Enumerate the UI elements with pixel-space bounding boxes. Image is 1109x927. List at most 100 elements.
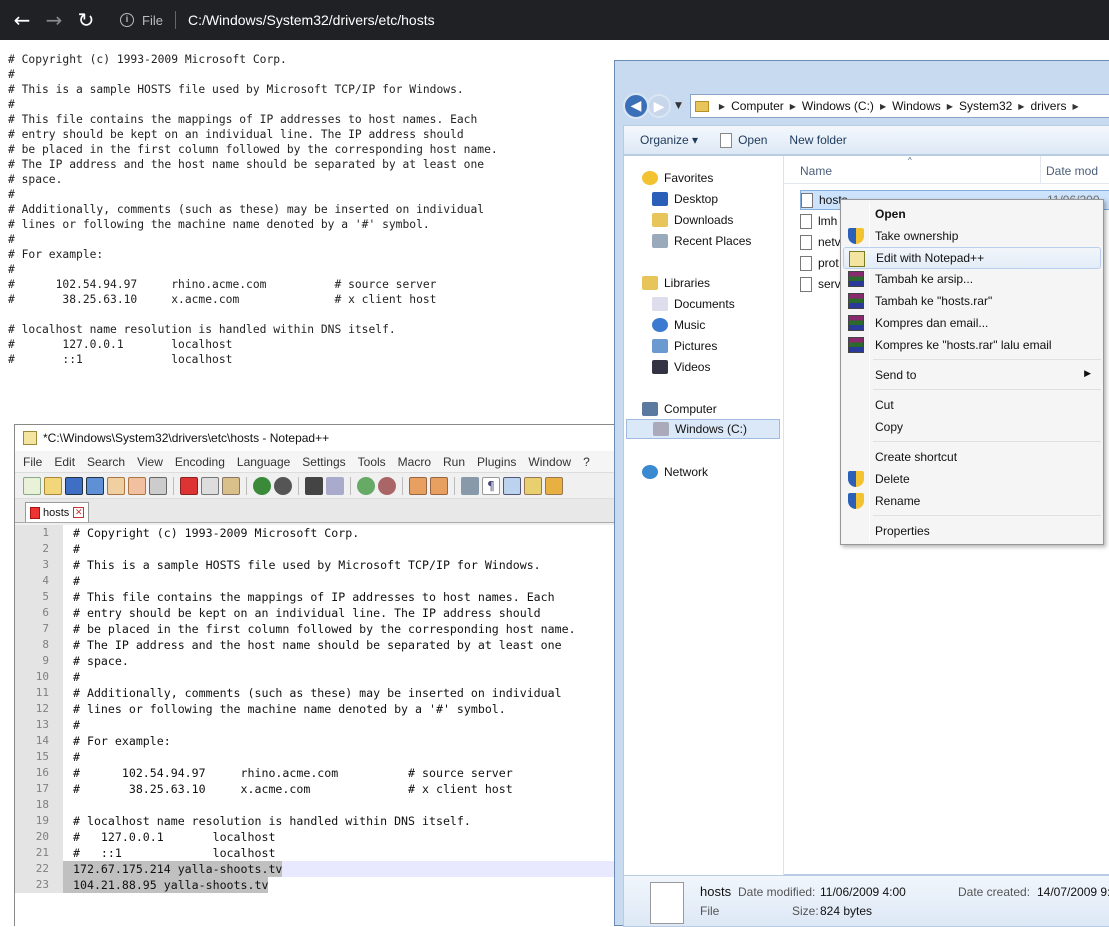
nav-documents[interactable]: Documents	[652, 294, 735, 314]
menu-language[interactable]: Language	[237, 455, 290, 469]
redo-icon[interactable]	[274, 476, 292, 495]
udl-icon[interactable]	[524, 476, 542, 495]
menu-window[interactable]: Window	[528, 455, 571, 469]
menu-add-to-hosts-rar[interactable]: Tambah ke "hosts.rar"	[843, 290, 1101, 312]
menu-search[interactable]: Search	[87, 455, 125, 469]
menu-compress-rar-and-email[interactable]: Kompres ke "hosts.rar" lalu email	[843, 334, 1101, 356]
file-row[interactable]: lmh	[800, 211, 837, 231]
menu-file[interactable]: File	[23, 455, 42, 469]
scheme-label: File	[142, 12, 163, 28]
file-row[interactable]: serv	[800, 274, 841, 294]
nav-recent-places[interactable]: Recent Places	[652, 231, 751, 251]
menu-create-shortcut[interactable]: Create shortcut	[843, 446, 1101, 468]
menu-edit-with-notepadpp[interactable]: Edit with Notepad++	[843, 247, 1101, 269]
chevron-down-icon[interactable]: ▼	[675, 101, 682, 111]
breadcrumb-system32[interactable]: System32	[959, 99, 1012, 113]
info-icon[interactable]: i	[120, 13, 134, 27]
nav-favorites[interactable]: Favorites	[642, 168, 713, 188]
menu-settings[interactable]: Settings	[302, 455, 345, 469]
menu-rename[interactable]: Rename	[843, 490, 1101, 512]
chevron-right-icon[interactable]: ▶	[880, 102, 886, 111]
address-bar[interactable]: i File C:/Windows/System32/drivers/etc/h…	[120, 11, 435, 29]
nav-music[interactable]: Music	[652, 315, 705, 335]
open-file-icon[interactable]	[44, 476, 62, 495]
nav-videos[interactable]: Videos	[652, 357, 710, 377]
close-all-icon[interactable]	[128, 476, 146, 495]
menu-open[interactable]: Open	[843, 203, 1101, 225]
copy-icon[interactable]	[201, 476, 219, 495]
breadcrumb-windows[interactable]: Windows	[892, 99, 941, 113]
breadcrumb-drive[interactable]: Windows (C:)	[802, 99, 874, 113]
nav-windows-drive[interactable]: Windows (C:)	[626, 419, 780, 439]
back-button[interactable]: ←	[6, 8, 38, 32]
menu-tools[interactable]: Tools	[358, 455, 386, 469]
word-wrap-icon[interactable]	[461, 476, 479, 495]
menu-plugins[interactable]: Plugins	[477, 455, 516, 469]
address-divider	[174, 11, 176, 29]
breadcrumb[interactable]: ▶ Computer ▶ Windows (C:) ▶ Windows ▶ Sy…	[689, 94, 1109, 118]
back-arrow-icon[interactable]: ◀	[623, 93, 649, 119]
details-size-label: Size:	[792, 904, 819, 918]
breadcrumb-drivers[interactable]: drivers	[1030, 99, 1066, 113]
close-file-icon[interactable]	[107, 476, 125, 495]
nav-network[interactable]: Network	[642, 462, 708, 482]
sync-horizontal-icon[interactable]	[430, 476, 448, 495]
menu-properties[interactable]: Properties	[843, 520, 1101, 542]
chevron-right-icon[interactable]: ▶	[1072, 102, 1078, 111]
address-url[interactable]: C:/Windows/System32/drivers/etc/hosts	[188, 12, 435, 28]
submenu-arrow-icon: ▶	[1084, 368, 1091, 378]
tab-hosts[interactable]: hosts ✕	[25, 502, 90, 522]
breadcrumb-computer[interactable]: Computer	[731, 99, 784, 113]
menu-edit[interactable]: Edit	[54, 455, 75, 469]
file-row[interactable]: netv	[800, 232, 841, 252]
file-row[interactable]: prot	[800, 253, 839, 273]
new-folder-button[interactable]: New folder	[789, 133, 846, 147]
undo-icon[interactable]	[253, 476, 271, 495]
reload-button[interactable]: ↻	[70, 8, 102, 32]
nav-computer[interactable]: Computer	[642, 399, 717, 419]
menu-help[interactable]: ?	[583, 455, 590, 469]
replace-icon[interactable]	[326, 476, 344, 495]
tab-label: hosts	[43, 506, 70, 519]
cut-icon[interactable]	[180, 476, 198, 495]
chevron-right-icon[interactable]: ▶	[1018, 102, 1024, 111]
nav-downloads[interactable]: Downloads	[652, 210, 733, 230]
column-name-header[interactable]: Name	[800, 164, 832, 178]
menu-add-to-archive[interactable]: Tambah ke arsip...	[843, 268, 1101, 290]
new-file-icon[interactable]	[23, 476, 41, 495]
zoom-out-icon[interactable]	[378, 476, 396, 495]
zoom-in-icon[interactable]	[357, 476, 375, 495]
menu-view[interactable]: View	[137, 455, 163, 469]
pilcrow-icon[interactable]: ¶	[482, 476, 500, 495]
chevron-right-icon[interactable]: ▶	[790, 102, 796, 111]
nav-pictures[interactable]: Pictures	[652, 336, 717, 356]
save-all-icon[interactable]	[86, 476, 104, 495]
column-date-header[interactable]: Date mod	[1046, 164, 1098, 178]
open-button[interactable]: Open	[720, 132, 767, 148]
menu-encoding[interactable]: Encoding	[175, 455, 225, 469]
menu-delete[interactable]: Delete	[843, 468, 1101, 490]
chevron-right-icon[interactable]: ▶	[719, 102, 725, 111]
menu-copy[interactable]: Copy	[843, 416, 1101, 438]
save-icon[interactable]	[65, 476, 83, 495]
editor[interactable]: 1 # Copyright (c) 1993-2009 Microsoft Cor…	[15, 525, 615, 927]
nav-desktop[interactable]: Desktop	[652, 189, 718, 209]
doc-map-icon[interactable]	[545, 476, 563, 495]
menu-macro[interactable]: Macro	[398, 455, 431, 469]
nav-libraries[interactable]: Libraries	[642, 273, 710, 293]
menu-cut[interactable]: Cut	[843, 394, 1101, 416]
find-icon[interactable]	[305, 476, 323, 495]
paste-icon[interactable]	[222, 476, 240, 495]
sync-vertical-icon[interactable]	[409, 476, 427, 495]
chevron-right-icon[interactable]: ▶	[947, 102, 953, 111]
close-icon[interactable]: ✕	[73, 507, 85, 518]
menu-run[interactable]: Run	[443, 455, 465, 469]
menu-compress-and-email[interactable]: Kompres dan email...	[843, 312, 1101, 334]
forward-button[interactable]: →	[38, 8, 70, 32]
organize-button[interactable]: Organize ▾	[640, 133, 698, 147]
forward-arrow-icon[interactable]: ▶	[647, 94, 671, 118]
print-icon[interactable]	[149, 476, 167, 495]
menu-take-ownership[interactable]: Take ownership	[843, 225, 1101, 247]
indent-guide-icon[interactable]	[503, 476, 521, 495]
menu-send-to[interactable]: Send to ▶	[843, 364, 1101, 386]
